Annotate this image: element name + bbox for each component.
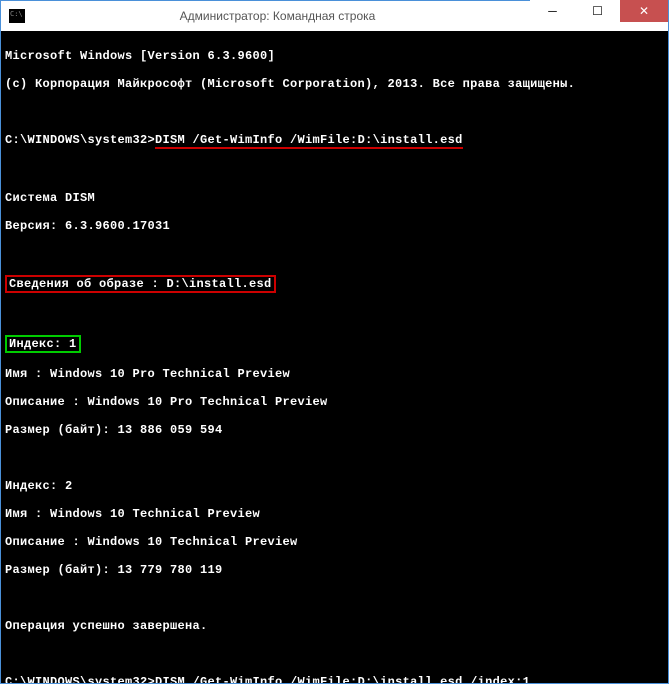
- output-line: [5, 247, 664, 261]
- output-line: Имя : Windows 10 Pro Technical Preview: [5, 367, 664, 381]
- close-button[interactable]: ✕: [620, 0, 668, 22]
- output-line: Операция успешно завершена.: [5, 619, 664, 633]
- command-line: C:\WINDOWS\system32>DISM /Get-WimInfo /W…: [5, 675, 664, 683]
- output-line: Размер (байт): 13 886 059 594: [5, 423, 664, 437]
- cmd-window: Администратор: Командная строка ─ ☐ ✕ Mi…: [0, 0, 669, 684]
- output-line: Имя : Windows 10 Technical Preview: [5, 507, 664, 521]
- output-line: [5, 163, 664, 177]
- command-line: C:\WINDOWS\system32>DISM /Get-WimInfo /W…: [5, 133, 664, 149]
- output-line: [5, 105, 664, 119]
- output-line: [5, 307, 664, 321]
- output-line: Microsoft Windows [Version 6.3.9600]: [5, 49, 664, 63]
- output-line: [5, 591, 664, 605]
- window-controls: ─ ☐ ✕: [530, 1, 668, 31]
- info-header-boxed: Сведения об образе : D:\install.esd: [5, 275, 276, 293]
- prompt-path: C:\WINDOWS\system32>: [5, 675, 155, 683]
- output-line: [5, 451, 664, 465]
- output-line: [5, 647, 664, 661]
- titlebar[interactable]: Администратор: Командная строка ─ ☐ ✕: [1, 1, 668, 31]
- output-line: Сведения об образе : D:\install.esd: [5, 275, 664, 293]
- cmd-icon: [9, 9, 25, 23]
- output-line: Индекс: 1: [5, 335, 664, 353]
- minimize-button[interactable]: ─: [530, 0, 575, 22]
- terminal-content[interactable]: Microsoft Windows [Version 6.3.9600] (c)…: [1, 31, 668, 683]
- output-line: Система DISM: [5, 191, 664, 205]
- index-boxed: Индекс: 1: [5, 335, 81, 353]
- output-line: Версия: 6.3.9600.17031: [5, 219, 664, 233]
- output-line: Описание : Windows 10 Technical Preview: [5, 535, 664, 549]
- window-title: Администратор: Командная строка: [25, 9, 530, 23]
- output-line: Индекс: 2: [5, 479, 664, 493]
- command-highlighted: DISM /Get-WimInfo /WimFile:D:\install.es…: [155, 675, 530, 683]
- prompt-path: C:\WINDOWS\system32>: [5, 133, 155, 147]
- output-line: Описание : Windows 10 Pro Technical Prev…: [5, 395, 664, 409]
- output-line: (c) Корпорация Майкрософт (Microsoft Cor…: [5, 77, 664, 91]
- command-highlighted: DISM /Get-WimInfo /WimFile:D:\install.es…: [155, 133, 463, 149]
- maximize-button[interactable]: ☐: [575, 0, 620, 22]
- output-line: Размер (байт): 13 779 780 119: [5, 563, 664, 577]
